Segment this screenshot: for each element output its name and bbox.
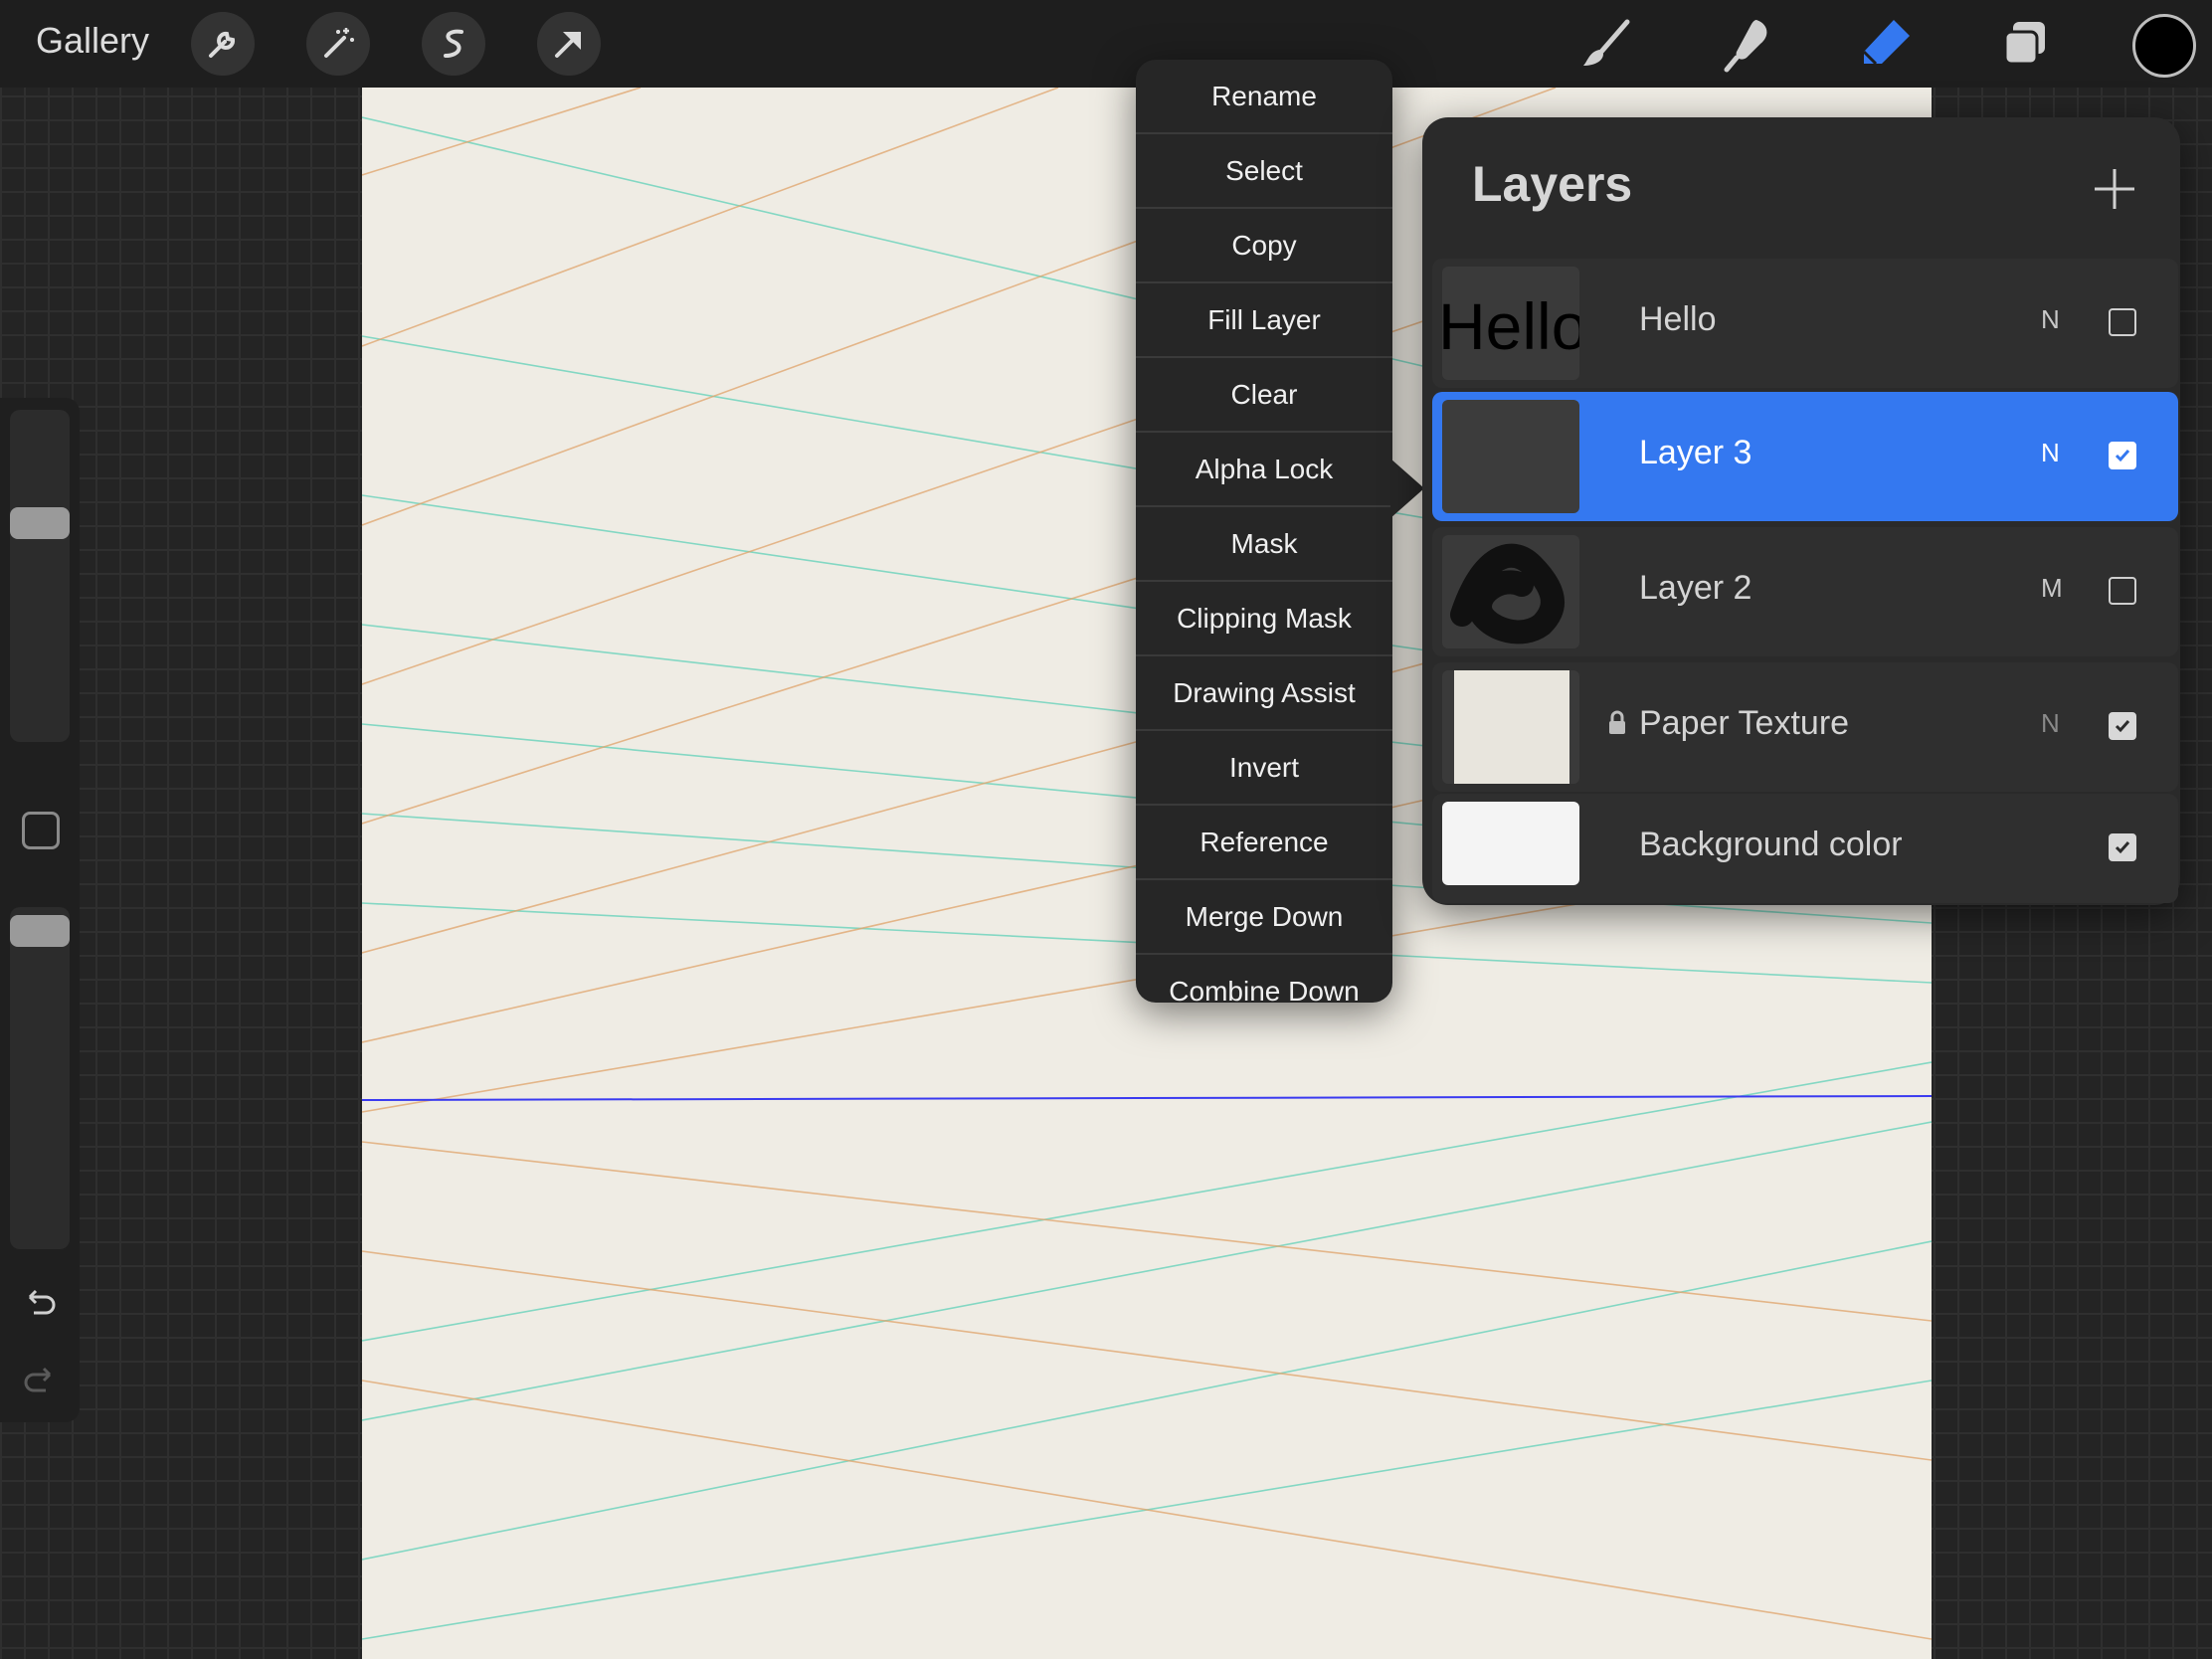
menu-item-merge-down[interactable]: Merge Down bbox=[1136, 880, 1392, 955]
guide-line bbox=[362, 1141, 1932, 1322]
layer-thumbnail: Hello bbox=[1442, 267, 1579, 380]
menu-item-alpha-lock[interactable]: Alpha Lock bbox=[1136, 433, 1392, 507]
guide-line bbox=[362, 1240, 1932, 1561]
menu-item-rename[interactable]: Rename bbox=[1136, 60, 1392, 134]
top-toolbar: Gallery bbox=[0, 0, 2212, 88]
layer-thumbnail bbox=[1442, 802, 1579, 885]
guide-line bbox=[362, 1061, 1932, 1342]
checkmark-icon bbox=[2115, 841, 2130, 854]
checkmark-icon bbox=[2115, 720, 2130, 733]
horizon-line bbox=[362, 1095, 1932, 1101]
brush-size-slider[interactable] bbox=[10, 410, 70, 742]
smudge-icon[interactable] bbox=[1713, 10, 1780, 78]
selection-icon[interactable] bbox=[422, 12, 485, 76]
menu-item-invert[interactable]: Invert bbox=[1136, 731, 1392, 806]
layer-row-hello[interactable]: Hello Hello N bbox=[1432, 259, 2178, 388]
modify-button[interactable] bbox=[22, 812, 60, 849]
menu-item-drawing-assist[interactable]: Drawing Assist bbox=[1136, 656, 1392, 731]
layer-name: Layer 3 bbox=[1639, 434, 1752, 471]
visibility-checkbox[interactable] bbox=[2109, 442, 2136, 469]
menu-item-select[interactable]: Select bbox=[1136, 134, 1392, 209]
layer-thumbnail bbox=[1442, 670, 1579, 784]
menu-item-copy[interactable]: Copy bbox=[1136, 209, 1392, 283]
opacity-slider[interactable] bbox=[10, 907, 70, 1249]
layer-row-layer-3[interactable]: Layer 3 N bbox=[1432, 392, 2178, 521]
color-picker-button[interactable] bbox=[2132, 14, 2196, 78]
menu-list: Rename Select Copy Fill Layer Clear Alpha Loc… bbox=[1136, 60, 1392, 1027]
layer-row-background-color[interactable]: Background color bbox=[1432, 794, 2178, 903]
menu-pointer bbox=[1390, 459, 1424, 518]
menu-item-mask[interactable]: Mask bbox=[1136, 507, 1392, 582]
opacity-handle[interactable] bbox=[10, 915, 70, 947]
eraser-icon[interactable] bbox=[1852, 10, 1920, 78]
brush-stroke-thumbnail bbox=[1450, 543, 1565, 645]
menu-item-fill-layer[interactable]: Fill Layer bbox=[1136, 283, 1392, 358]
layers-icon[interactable] bbox=[1991, 10, 2059, 78]
layer-options-menu: Rename Select Copy Fill Layer Clear Alpha Loc… bbox=[1136, 60, 1424, 1007]
redo-icon[interactable] bbox=[20, 1361, 60, 1400]
layer-thumbnail bbox=[1442, 400, 1579, 513]
guide-line bbox=[362, 1250, 1932, 1461]
layer-row-paper-texture[interactable]: Paper Texture N bbox=[1432, 662, 2178, 792]
menu-item-combine-down[interactable]: Combine Down bbox=[1136, 955, 1392, 1027]
menu-item-reference[interactable]: Reference bbox=[1136, 806, 1392, 880]
layer-name: Layer 2 bbox=[1639, 569, 1752, 607]
magic-wand-icon[interactable] bbox=[306, 12, 370, 76]
undo-icon[interactable] bbox=[20, 1283, 60, 1323]
layer-thumbnail bbox=[1442, 535, 1579, 648]
gallery-button[interactable]: Gallery bbox=[36, 20, 149, 62]
add-layer-icon[interactable] bbox=[2093, 167, 2136, 211]
guide-line bbox=[362, 88, 642, 176]
visibility-checkbox[interactable] bbox=[2109, 833, 2136, 861]
checkmark-icon bbox=[2115, 450, 2130, 462]
layer-name: Background color bbox=[1639, 826, 1903, 863]
layer-name: Hello bbox=[1639, 300, 1717, 338]
brush-icon[interactable] bbox=[1573, 10, 1641, 78]
blend-mode-button[interactable]: M bbox=[2041, 573, 2063, 604]
blend-mode-button[interactable]: N bbox=[2041, 438, 2060, 468]
layer-row-layer-2[interactable]: Layer 2 M bbox=[1432, 527, 2178, 656]
visibility-checkbox[interactable] bbox=[2109, 308, 2136, 336]
wrench-icon[interactable] bbox=[191, 12, 255, 76]
thumbnail-text: Hello bbox=[1442, 289, 1579, 363]
left-sidebar bbox=[0, 398, 80, 1422]
layers-panel: Layers Hello Hello N Layer 3 N Layer 2 M bbox=[1422, 117, 2180, 905]
transform-arrow-icon[interactable] bbox=[537, 12, 601, 76]
brush-size-handle[interactable] bbox=[10, 507, 70, 539]
blend-mode-button[interactable]: N bbox=[2041, 708, 2060, 739]
lock-icon bbox=[1609, 710, 1625, 734]
visibility-checkbox[interactable] bbox=[2109, 577, 2136, 605]
blend-mode-button[interactable]: N bbox=[2041, 304, 2060, 335]
menu-item-clear[interactable]: Clear bbox=[1136, 358, 1392, 433]
guide-line bbox=[362, 1121, 1932, 1421]
layers-title: Layers bbox=[1472, 156, 1633, 212]
menu-item-clipping-mask[interactable]: Clipping Mask bbox=[1136, 582, 1392, 656]
layer-name: Paper Texture bbox=[1639, 704, 1850, 742]
visibility-checkbox[interactable] bbox=[2109, 712, 2136, 740]
